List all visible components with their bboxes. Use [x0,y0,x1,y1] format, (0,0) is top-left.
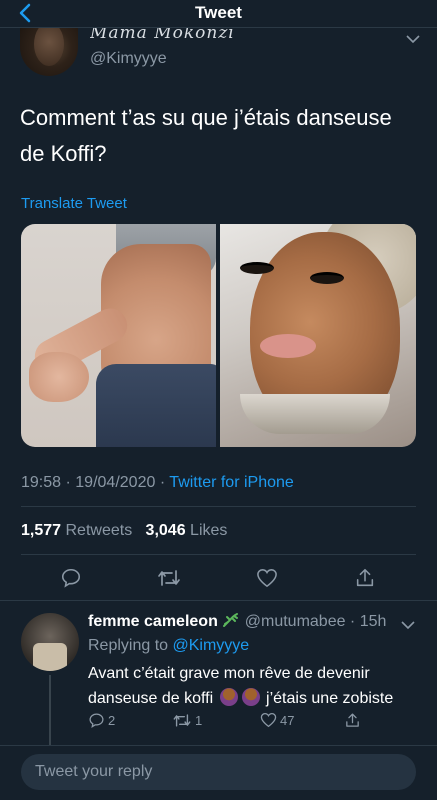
media-image-right[interactable] [220,224,416,447]
retweets-stat[interactable]: 1,577 Retweets [21,522,132,539]
chevron-down-icon[interactable] [401,617,415,630]
retweet-icon [173,714,191,727]
reply-header: femme cameleon @mutumabee · 15h [88,612,387,630]
tweet-meta: 19:58 · 19/04/2020 · Twitter for iPhone [21,474,294,491]
woman-gesturing-emoji-icon [241,688,260,706]
reply-composer [0,745,437,800]
reply-actions: 2 1 47 [88,712,418,734]
like-heart-icon [260,712,277,728]
reply-like-button[interactable]: 47 [260,712,294,728]
reply-icon[interactable] [59,566,83,590]
share-icon[interactable] [353,566,377,590]
tweet-text: Comment t’as su que j’étais danseuse de … [20,105,392,166]
tweet-author[interactable]: Mama Mokonzi @Kimyyye [20,28,420,80]
author-display-name[interactable]: Mama Mokonzi [90,28,235,42]
reply-age: 15h [359,613,387,630]
reply-retweet-button[interactable]: 1 [172,712,202,729]
chevron-down-icon[interactable] [406,31,420,44]
tweet-actions [21,561,416,595]
reply-tweet[interactable]: femme cameleon @mutumabee · 15h Replying… [0,600,437,745]
divider [21,554,416,555]
author-avatar[interactable] [20,28,78,76]
page-title: Tweet [195,3,242,22]
tweet-date: 19/04/2020 [75,474,156,491]
like-heart-icon[interactable] [255,566,279,590]
author-handle[interactable]: @Kimyyye [90,50,167,68]
share-icon [346,713,359,727]
reply-input[interactable] [21,754,416,790]
tweet-media [21,224,416,447]
translate-tweet-link[interactable]: Translate Tweet [21,195,127,212]
replying-to: Replying to @Kimyyye [88,637,250,654]
media-image-left[interactable] [21,224,216,447]
gecko-emoji-icon [222,612,240,628]
retweet-icon[interactable] [157,566,181,590]
reply-handle[interactable]: @mutumabee [245,613,346,630]
reply-share-button[interactable] [344,712,361,729]
tweet-source-link[interactable]: Twitter for iPhone [169,474,294,491]
tweet-time: 19:58 [21,474,62,491]
replying-to-mention[interactable]: @Kimyyye [173,637,250,654]
reply-display-name[interactable]: femme cameleon [88,613,218,630]
reply-reply-button[interactable]: 2 [88,712,115,729]
woman-gesturing-emoji-icon [219,688,238,706]
thread-line [49,675,51,745]
reply-avatar[interactable] [21,613,79,671]
reply-text: Avant c’était grave mon rêve de devenir … [88,665,394,707]
reply-icon [89,713,104,728]
divider [21,506,416,507]
tweet-stats: 1,577 Retweets 3,046 Likes [21,522,227,540]
likes-stat[interactable]: 3,046 Likes [146,522,228,539]
top-bar: Tweet [0,0,437,28]
